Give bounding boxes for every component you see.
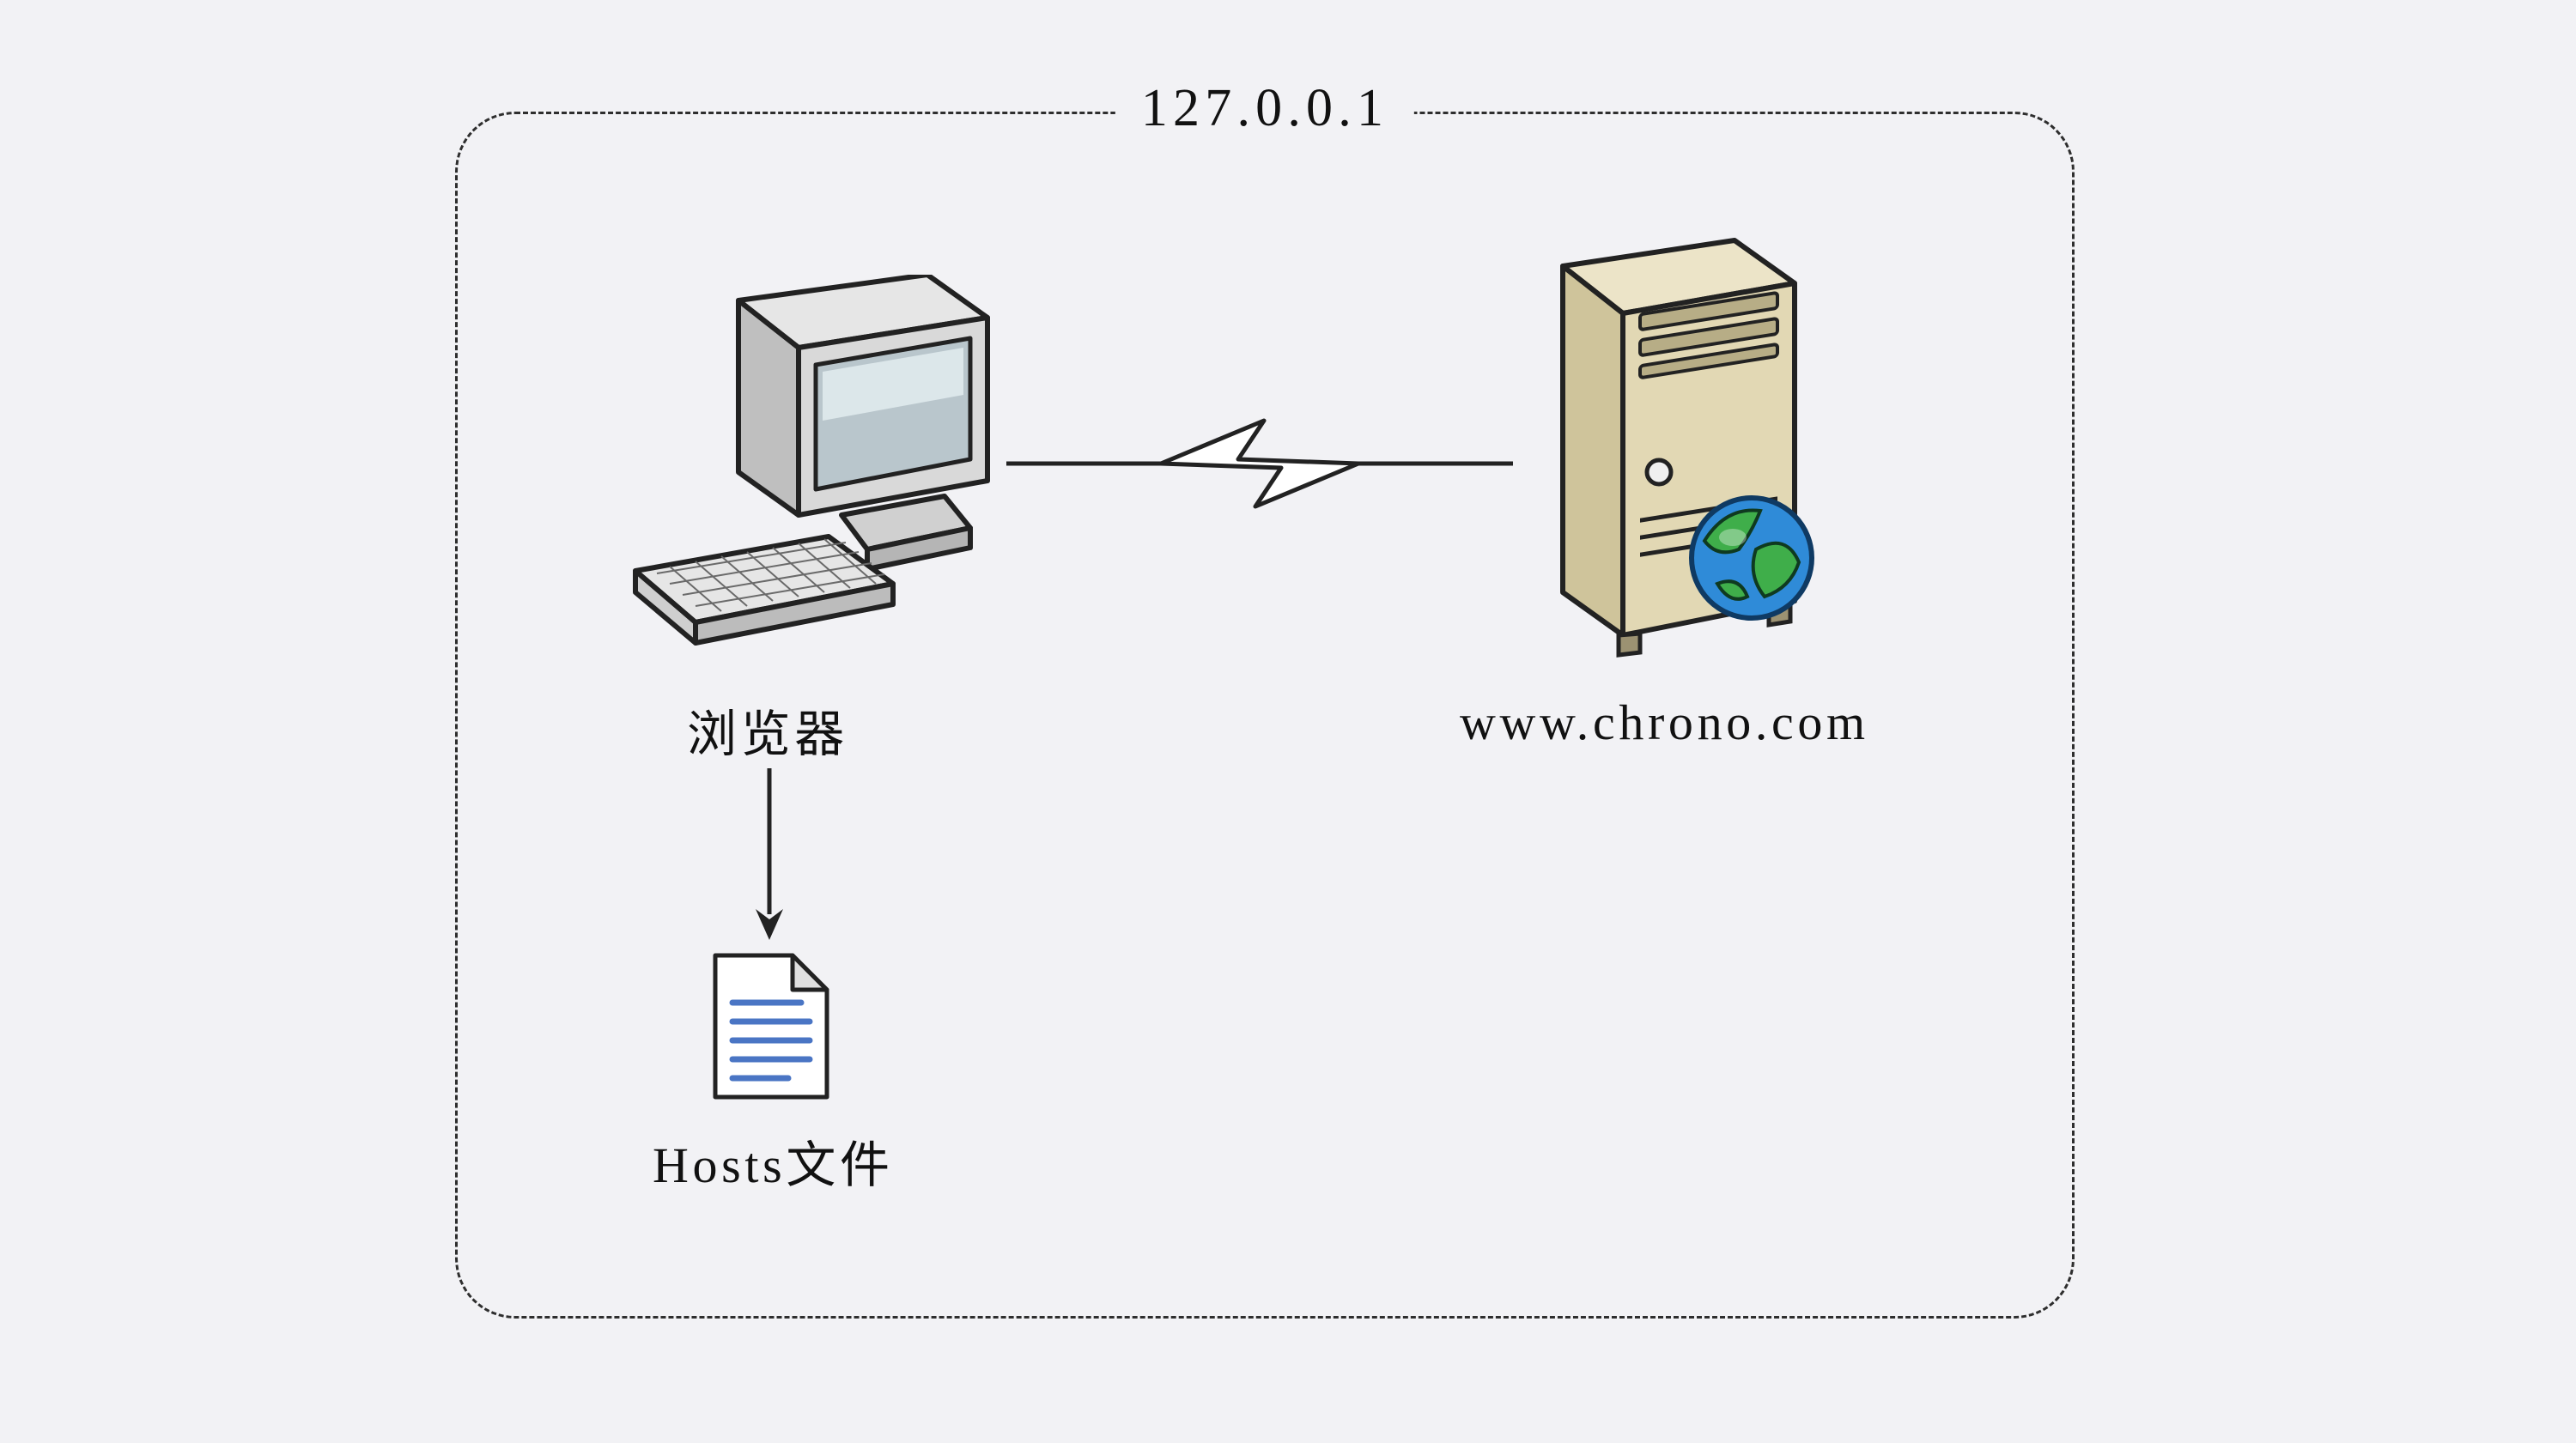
hosts-file-label: Hosts文件 [653,1125,894,1197]
localhost-box-title: 127.0.0.1 [1115,78,1414,139]
diagram-canvas: 127.0.0.1 [0,0,2576,1443]
server-label: www.chrono.com [1460,694,1869,751]
hosts-file-icon [711,951,831,1101]
connection-lightning-icon [1006,412,1513,515]
browser-label: 浏览器 [687,694,848,766]
webserver-icon [1511,232,1838,661]
browser-computer-icon [610,275,1005,652]
arrow-browser-to-hosts [752,768,787,940]
